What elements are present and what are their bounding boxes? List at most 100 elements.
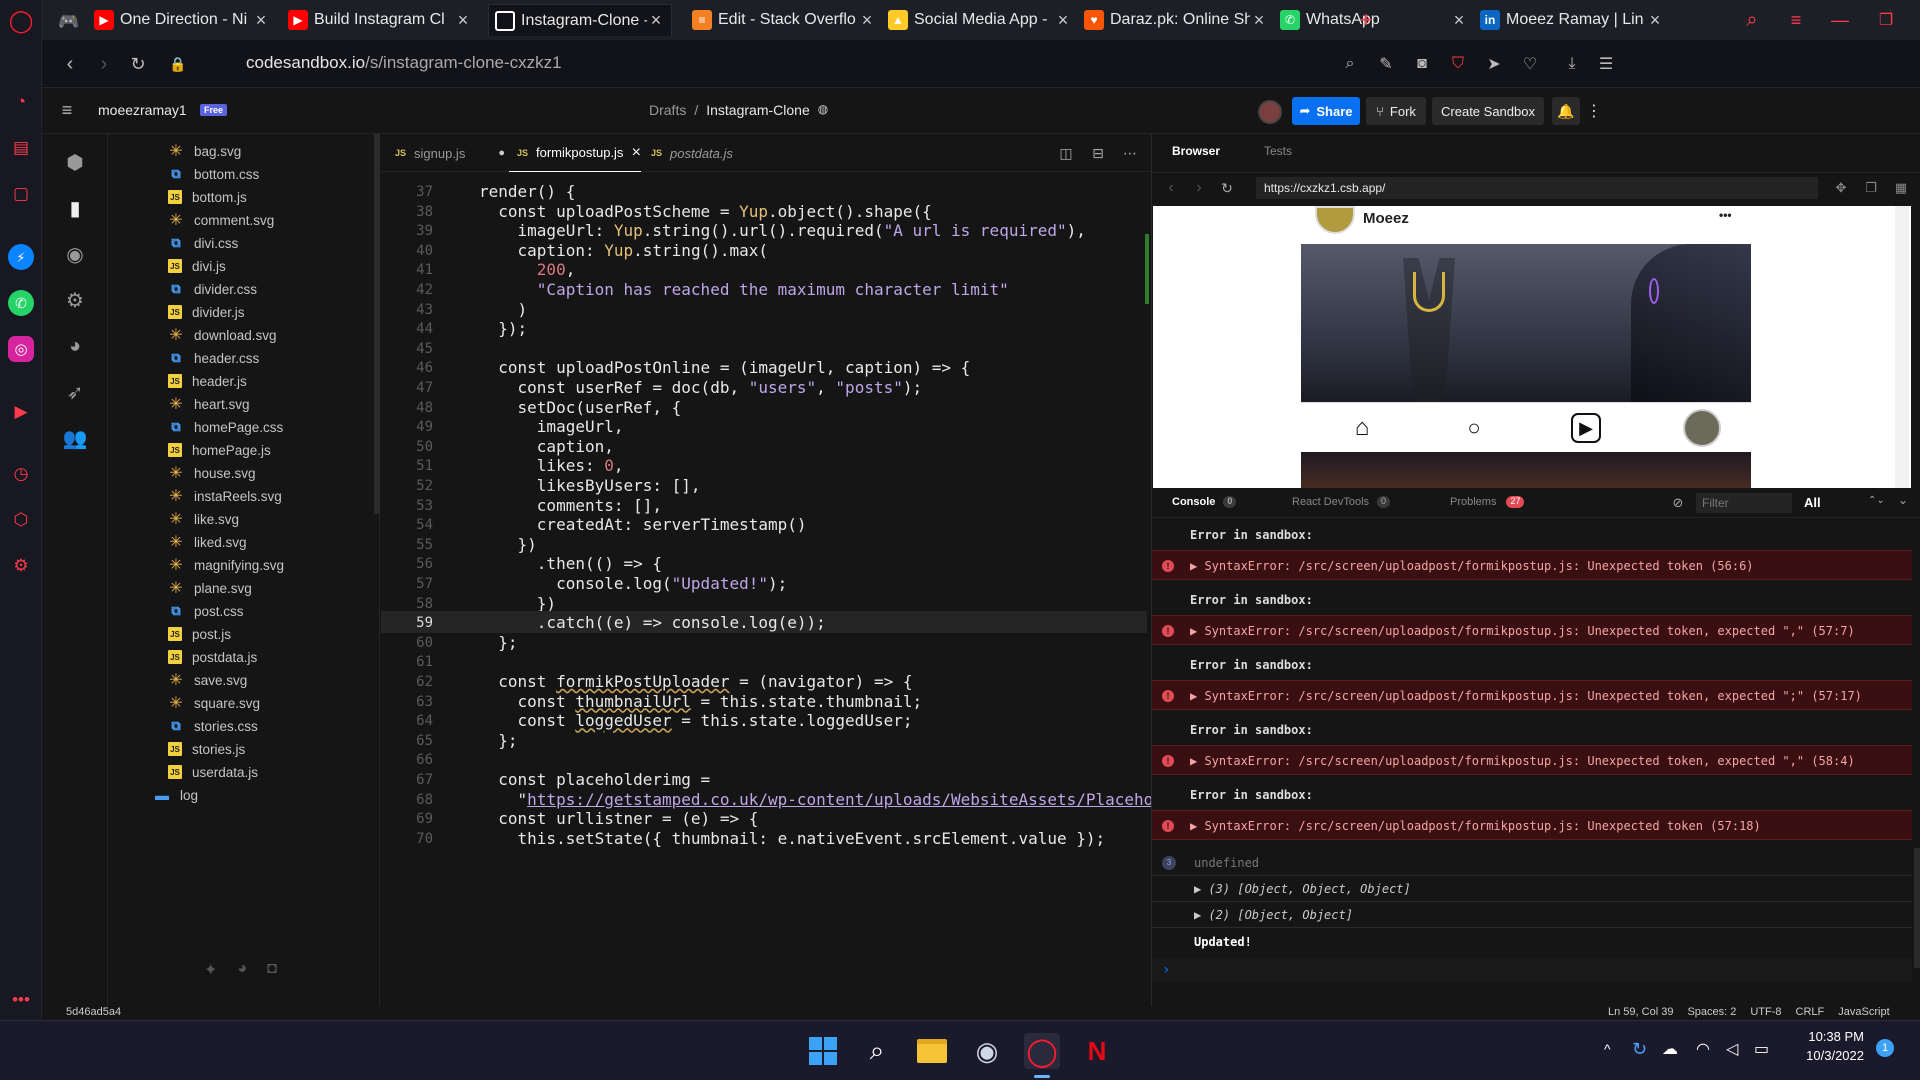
tray-chevron-icon[interactable]: ^ xyxy=(1604,1041,1611,1057)
steam-icon[interactable]: ◉ xyxy=(969,1033,1005,1069)
close-tab-icon[interactable]: × xyxy=(647,10,665,31)
log-object-row[interactable]: ▶ (3) [Object, Object, Object] xyxy=(1152,876,1912,902)
file-item[interactable]: ⧉ stories.css xyxy=(168,715,257,737)
preview-refresh-icon[interactable]: ↻ xyxy=(1218,178,1236,198)
settings-icon[interactable]: ⚙ xyxy=(8,552,34,578)
file-item[interactable]: ✳ instaReels.svg xyxy=(168,485,282,507)
browser-tab[interactable]: in Moeez Ramay | Lin × xyxy=(1474,4,1670,36)
file-item[interactable]: ⧉ header.css xyxy=(168,347,259,369)
code-line[interactable]: const loggedUser = this.state.loggedUser… xyxy=(479,709,913,733)
file-item[interactable]: JS divi.js xyxy=(168,255,226,277)
close-tab-icon[interactable]: × xyxy=(1646,10,1664,31)
notifications-icon[interactable]: 🔔 xyxy=(1552,97,1580,125)
file-item[interactable]: JS postdata.js xyxy=(168,646,257,668)
breadcrumb-sandbox[interactable]: Instagram-Clone xyxy=(706,102,810,118)
easy-setup-icon[interactable]: ≡ xyxy=(1782,6,1810,34)
more-options-icon[interactable]: ⋮ xyxy=(1584,97,1604,125)
collapse-console-icon[interactable]: ⌄ xyxy=(1898,493,1908,507)
console-prompt[interactable]: › xyxy=(1152,958,1912,982)
browser-tab[interactable]: ▲ Social Media App - × xyxy=(882,4,1078,36)
close-tab-icon[interactable]: × xyxy=(1450,10,1468,31)
file-item[interactable]: ▬ log xyxy=(154,784,198,806)
fork-button[interactable]: ⑂ Fork xyxy=(1366,97,1426,125)
gx-controller-icon[interactable]: 🎮 xyxy=(56,8,82,34)
code-line[interactable]: }; xyxy=(479,729,517,753)
deploy-rocket-icon[interactable]: ➶ xyxy=(63,380,87,404)
instagram-icon[interactable]: ◎ xyxy=(8,336,34,362)
tab-browser[interactable]: Browser xyxy=(1172,144,1220,158)
minimize-button[interactable]: — xyxy=(1826,6,1854,34)
console-scrollbar[interactable] xyxy=(1914,848,1920,968)
file-item[interactable]: JS bottom.js xyxy=(168,186,247,208)
file-item[interactable]: ✳ house.svg xyxy=(168,462,255,484)
close-tab-icon[interactable]: × xyxy=(632,144,641,162)
code-line[interactable]: }; xyxy=(479,631,517,655)
cursor-position[interactable]: Ln 59, Col 39 xyxy=(1608,1006,1673,1018)
preview-layout-icon[interactable]: ▦ xyxy=(1892,178,1910,198)
file-item[interactable]: JS post.js xyxy=(168,623,231,645)
file-item[interactable]: ✳ save.svg xyxy=(168,669,247,691)
editor-more-icon[interactable]: ⋯ xyxy=(1121,144,1139,162)
tab-postdata[interactable]: JS postdata.js xyxy=(651,134,771,172)
explorer-icon[interactable]: ▮ xyxy=(63,196,87,220)
close-tab-icon[interactable]: × xyxy=(858,10,876,31)
avatar[interactable] xyxy=(1258,100,1282,124)
workspaces-icon[interactable]: ▤ xyxy=(8,134,34,160)
log-level-select[interactable]: All xyxy=(1804,495,1821,510)
forward-icon[interactable]: › xyxy=(92,52,116,76)
browser-tab[interactable]: ♥ Daraz.pk: Online Sh × xyxy=(1078,4,1274,36)
menu-icon[interactable]: ≡ xyxy=(56,99,78,121)
filter-input[interactable]: Filter xyxy=(1696,493,1792,513)
volume-icon[interactable]: ◁ xyxy=(1726,1039,1738,1059)
error-row[interactable]: ! ▶ SyntaxError: /src/screen/uploadpost/f… xyxy=(1152,550,1912,580)
onedrive-icon[interactable]: ☁ xyxy=(1662,1039,1678,1059)
browser-tab[interactable]: ▶ One Direction - Ni × xyxy=(88,4,276,36)
language-mode[interactable]: JavaScript xyxy=(1838,1006,1889,1018)
github-icon[interactable]: ◕ xyxy=(63,334,87,358)
tab-signup[interactable]: JS signup.js ● xyxy=(395,134,505,172)
snapshot-icon[interactable]: ✎ xyxy=(1374,52,1398,76)
close-tab-icon[interactable]: × xyxy=(454,10,472,31)
opera-gx-icon[interactable]: ◯ xyxy=(1024,1033,1060,1069)
search-tabs-icon[interactable]: ⌕ xyxy=(1738,6,1766,34)
live-users-icon[interactable]: 👥 xyxy=(63,426,88,450)
sync-icon[interactable]: ↻ xyxy=(1632,1039,1647,1060)
wifi-icon[interactable]: ◠ xyxy=(1696,1039,1710,1059)
url-field[interactable]: codesandbox.io/s/instagram-clone-cxzkz1 xyxy=(246,53,562,73)
file-item[interactable]: ✳ like.svg xyxy=(168,508,239,530)
file-item[interactable]: ✳ plane.svg xyxy=(168,577,252,599)
file-item[interactable]: ✳ magnifying.svg xyxy=(168,554,284,576)
file-item[interactable]: JS stories.js xyxy=(168,738,245,760)
code-line[interactable]: }); xyxy=(479,317,527,341)
history-icon[interactable]: ◷ xyxy=(8,460,34,486)
extensions-icon[interactable]: ⬡ xyxy=(8,506,34,532)
error-row[interactable]: ! ▶ SyntaxError: /src/screen/uploadpost/f… xyxy=(1152,745,1912,775)
file-item[interactable]: ⧉ divider.css xyxy=(168,278,257,300)
file-item[interactable]: ✳ square.svg xyxy=(168,692,260,714)
search-icon[interactable]: ◉ xyxy=(63,242,87,266)
file-item[interactable]: JS divider.js xyxy=(168,301,245,323)
log-object-row[interactable]: ▶ (2) [Object, Object] xyxy=(1152,902,1912,928)
file-item[interactable]: ⧉ homePage.css xyxy=(168,416,283,438)
file-item[interactable]: ✳ bag.svg xyxy=(168,140,241,162)
explorer-scrollbar[interactable] xyxy=(374,134,380,514)
clear-console-icon[interactable]: ⊘ xyxy=(1670,495,1686,511)
twitter-icon[interactable]: ✦ xyxy=(204,960,217,980)
code-line[interactable]: .catch((e) => console.log(e)); xyxy=(479,611,826,635)
tab-problems[interactable]: Problems 27 xyxy=(1450,496,1525,508)
post-more-icon[interactable]: ••• xyxy=(1719,208,1732,222)
new-tab-button[interactable]: + xyxy=(1352,6,1380,34)
code-line[interactable]: "Caption has reached the maximum charact… xyxy=(479,278,1009,302)
preview-forward-icon[interactable]: › xyxy=(1190,178,1208,198)
reload-icon[interactable]: ↻ xyxy=(126,52,150,76)
file-item[interactable]: JS homePage.js xyxy=(168,439,271,461)
tab-formikpostup[interactable]: JS formikpostup.js × xyxy=(509,134,641,172)
close-tab-icon[interactable]: × xyxy=(1250,10,1268,31)
camera-icon[interactable]: ◙ xyxy=(1410,52,1434,76)
file-item[interactable]: ✳ comment.svg xyxy=(168,209,274,231)
close-tab-icon[interactable]: × xyxy=(252,10,270,31)
create-sandbox-button[interactable]: Create Sandbox xyxy=(1432,97,1544,125)
browser-tab[interactable]: ▶ Build Instagram Cl × xyxy=(282,4,478,36)
speed-dial-icon[interactable]: ◔ xyxy=(8,88,34,114)
search-icon[interactable]: ⌕ xyxy=(859,1033,895,1069)
